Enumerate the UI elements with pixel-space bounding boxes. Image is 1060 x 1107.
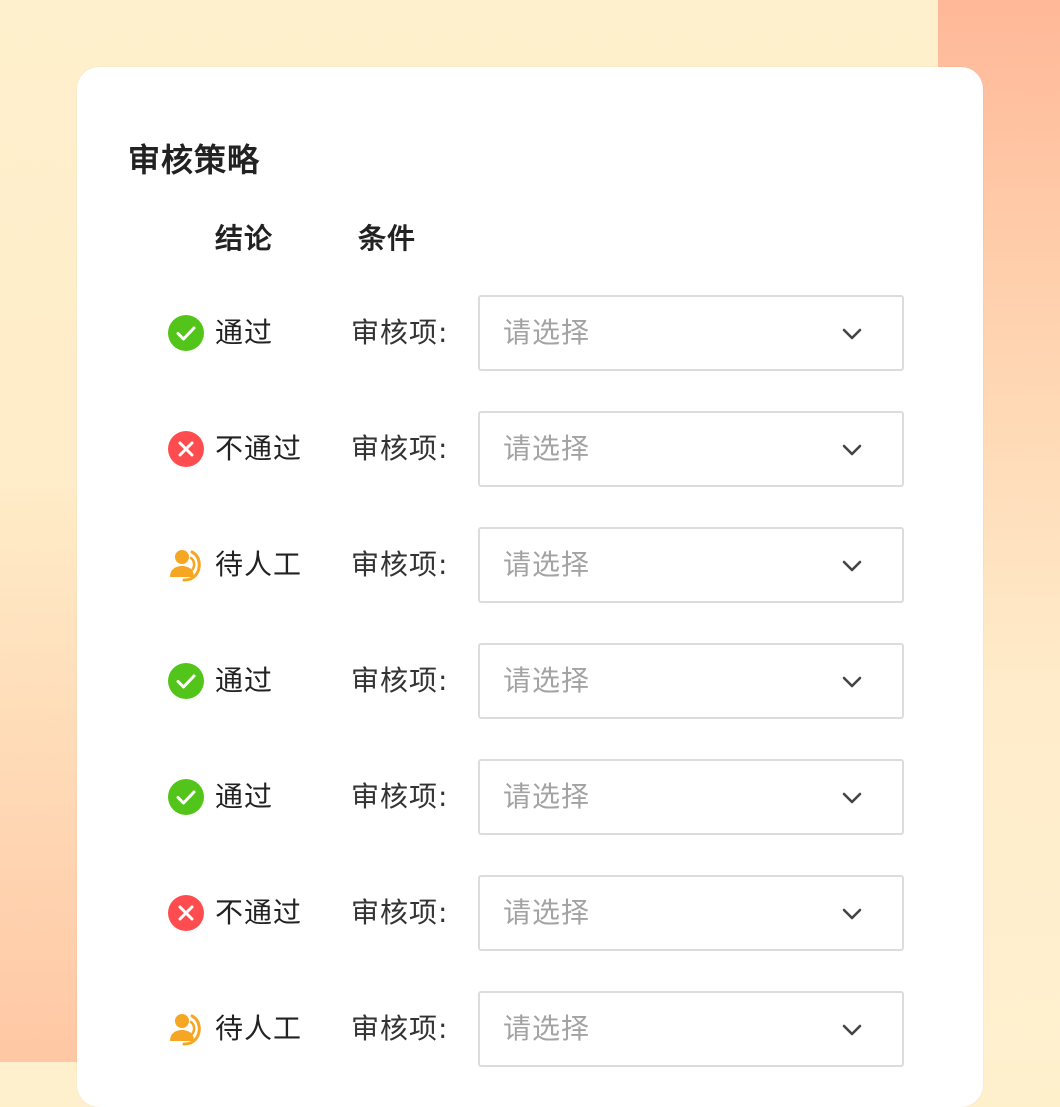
- review-strategy-card: 审核策略 结论 条件 通过 审核项: 请选择 不通过 审核项: 请选择 待人工 …: [77, 67, 983, 1107]
- review-item-select[interactable]: 请选择: [478, 527, 904, 603]
- chevron-down-icon: [840, 786, 864, 810]
- review-item-select[interactable]: 请选择: [478, 991, 904, 1067]
- status-label: 通过: [215, 664, 274, 697]
- chevron-down-icon: [840, 322, 864, 346]
- status-label: 不通过: [215, 896, 303, 929]
- select-placeholder: 请选择: [503, 316, 591, 349]
- review-item-label: 审核项:: [351, 780, 449, 813]
- strategy-row: 待人工 审核项: 请选择: [77, 527, 983, 603]
- check-circle-icon: [167, 314, 205, 352]
- review-item-select[interactable]: 请选择: [478, 759, 904, 835]
- strategy-row: 待人工 审核项: 请选择: [77, 991, 983, 1067]
- select-placeholder: 请选择: [503, 548, 591, 581]
- review-item-label: 审核项:: [351, 432, 449, 465]
- status-label: 通过: [215, 316, 274, 349]
- review-item-select[interactable]: 请选择: [478, 295, 904, 371]
- status-label: 通过: [215, 780, 274, 813]
- status-label: 待人工: [215, 1012, 303, 1045]
- status-label: 待人工: [215, 548, 303, 581]
- select-placeholder: 请选择: [503, 664, 591, 697]
- review-item-label: 审核项:: [351, 1012, 449, 1045]
- select-placeholder: 请选择: [503, 780, 591, 813]
- select-placeholder: 请选择: [503, 1012, 591, 1045]
- strategy-row: 通过 审核项: 请选择: [77, 643, 983, 719]
- close-circle-icon: [167, 894, 205, 932]
- check-circle-icon: [167, 778, 205, 816]
- review-item-label: 审核项:: [351, 316, 449, 349]
- chevron-down-icon: [840, 1018, 864, 1042]
- review-item-select[interactable]: 请选择: [478, 875, 904, 951]
- manual-review-icon: [167, 546, 205, 584]
- review-item-label: 审核项:: [351, 896, 449, 929]
- strategy-row: 不通过 审核项: 请选择: [77, 875, 983, 951]
- manual-review-icon: [167, 1010, 205, 1048]
- strategy-row: 通过 审核项: 请选择: [77, 759, 983, 835]
- review-item-select[interactable]: 请选择: [478, 411, 904, 487]
- select-placeholder: 请选择: [503, 432, 591, 465]
- close-circle-icon: [167, 430, 205, 468]
- status-label: 不通过: [215, 432, 303, 465]
- select-placeholder: 请选择: [503, 896, 591, 929]
- chevron-down-icon: [840, 902, 864, 926]
- strategy-row: 不通过 审核项: 请选择: [77, 411, 983, 487]
- review-item-label: 审核项:: [351, 664, 449, 697]
- column-header-result: 结论: [215, 222, 274, 255]
- strategy-row: 通过 审核项: 请选择: [77, 295, 983, 371]
- chevron-down-icon: [840, 554, 864, 578]
- check-circle-icon: [167, 662, 205, 700]
- review-item-select[interactable]: 请选择: [478, 643, 904, 719]
- column-header-condition: 条件: [358, 222, 417, 255]
- review-item-label: 审核项:: [351, 548, 449, 581]
- chevron-down-icon: [840, 670, 864, 694]
- page-title: 审核策略: [128, 141, 261, 179]
- chevron-down-icon: [840, 438, 864, 462]
